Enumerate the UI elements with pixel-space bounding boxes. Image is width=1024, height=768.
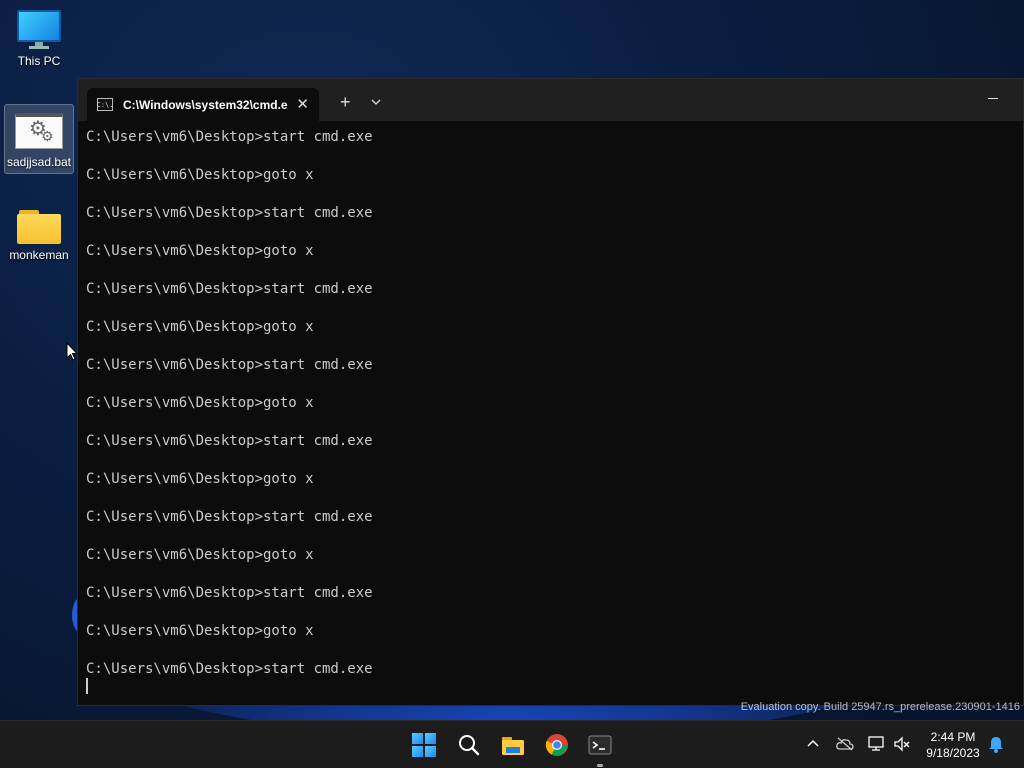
system-clock[interactable]: 2:44 PM 9/18/2023 (920, 729, 986, 761)
chevron-up-icon[interactable] (806, 737, 820, 751)
terminal-prompt-line[interactable] (86, 678, 1023, 698)
terminal-line: C:\Users\vm6\Desktop>start cmd.exe (86, 129, 373, 145)
taskbar: 2:44 PM 9/18/2023 (0, 720, 1024, 768)
terminal-line: C:\Users\vm6\Desktop>start cmd.exe (86, 357, 373, 373)
terminal-line: C:\Users\vm6\Desktop>goto x (86, 319, 314, 335)
network-icon[interactable] (868, 736, 886, 752)
terminal-line: C:\Users\vm6\Desktop>start cmd.exe (86, 281, 373, 297)
tab-title: C:\Windows\system32\cmd.exe (123, 97, 289, 112)
terminal-line: C:\Users\vm6\Desktop>goto x (86, 243, 314, 259)
desktop-icon-label: This PC (17, 54, 61, 68)
close-tab-icon[interactable]: ✕ (296, 97, 309, 112)
terminal-line: C:\Users\vm6\Desktop>start cmd.exe (86, 205, 373, 221)
terminal-line: C:\Users\vm6\Desktop>start cmd.exe (86, 433, 373, 449)
cmd-icon: C:\. (97, 98, 113, 111)
desktop-icon-monkeman[interactable]: monkeman (4, 202, 74, 266)
running-app-indicator (597, 764, 603, 767)
onedrive-offline-icon[interactable] (836, 737, 854, 751)
computer-icon (17, 10, 61, 50)
tab-cmd[interactable]: C:\. C:\Windows\system32\cmd.exe ✕ (87, 88, 319, 121)
chevron-down-icon[interactable] (371, 97, 381, 107)
terminal-icon[interactable] (588, 733, 612, 757)
volume-muted-icon[interactable] (893, 736, 911, 752)
terminal-line: C:\Users\vm6\Desktop>goto x (86, 547, 314, 563)
windows-start-icon[interactable] (412, 733, 436, 757)
terminal-window[interactable]: C:\. C:\Windows\system32\cmd.exe ✕ + C:\… (77, 78, 1024, 706)
notification-bell-icon[interactable] (988, 735, 1004, 753)
new-tab-button[interactable]: + (340, 93, 351, 111)
terminal-line: C:\Users\vm6\Desktop>goto x (86, 167, 314, 183)
title-bar[interactable]: C:\. C:\Windows\system32\cmd.exe ✕ + (78, 79, 1023, 121)
terminal-line: C:\Users\vm6\Desktop>goto x (86, 623, 314, 639)
desktop-icon-label: monkeman (9, 248, 69, 262)
clock-date: 9/18/2023 (926, 746, 980, 760)
clock-time: 2:44 PM (930, 730, 976, 744)
minimize-button[interactable] (988, 89, 998, 99)
batch-file-icon: ⚙ ⚙ (15, 111, 63, 151)
desktop-icon-sadjjsad-bat[interactable]: ⚙ ⚙ sadjjsad.bat (4, 104, 74, 174)
desktop-icon-this-pc[interactable]: This PC (4, 4, 74, 72)
terminal-line: C:\Users\vm6\Desktop>goto x (86, 395, 314, 411)
terminal-line: C:\Users\vm6\Desktop>goto x (86, 471, 314, 487)
terminal-output[interactable]: C:\Users\vm6\Desktop>start cmd.exe C:\Us… (78, 121, 1023, 698)
terminal-line: C:\Users\vm6\Desktop>start cmd.exe (86, 585, 373, 601)
gear-icon: ⚙ (41, 128, 54, 144)
search-icon[interactable] (457, 733, 481, 757)
terminal-line: C:\Users\vm6\Desktop>start cmd.exe (86, 661, 373, 677)
chrome-icon[interactable] (545, 733, 569, 757)
desktop-icon-label: sadjjsad.bat (6, 155, 72, 169)
folder-icon (17, 208, 61, 244)
terminal-line: C:\Users\vm6\Desktop>start cmd.exe (86, 509, 373, 525)
file-explorer-icon[interactable] (501, 733, 525, 757)
text-caret (86, 678, 88, 694)
evaluation-watermark: Evaluation copy. Build 25947.rs_prerelea… (740, 701, 1020, 713)
